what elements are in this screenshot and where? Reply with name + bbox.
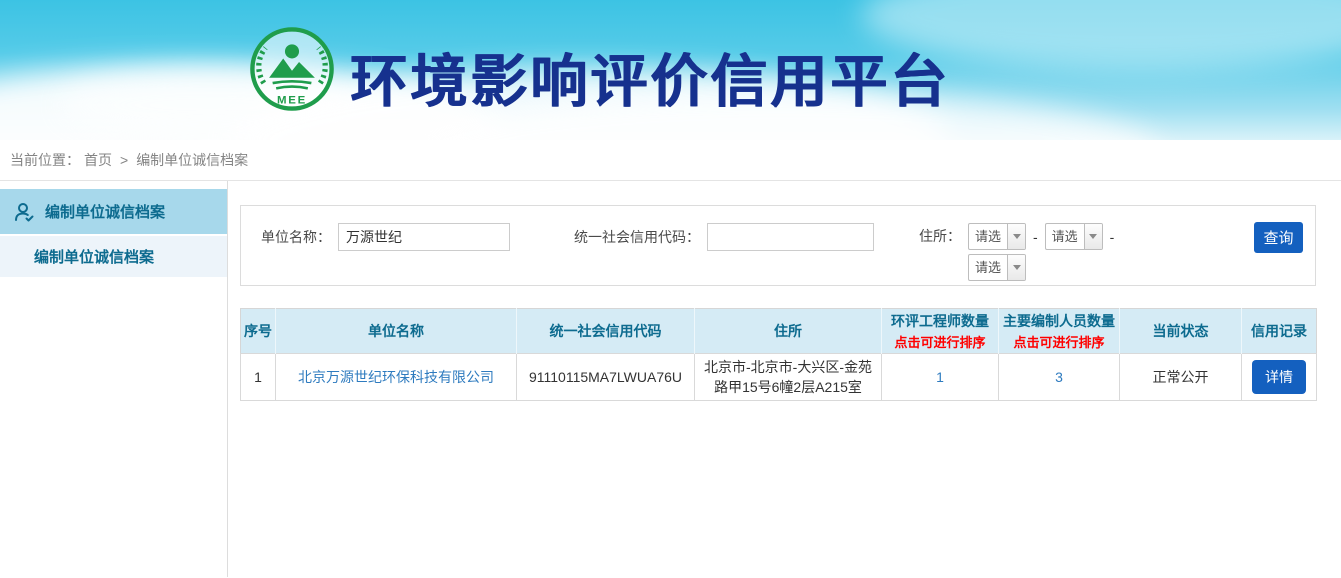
district-select[interactable]: 请选择 (968, 254, 1026, 281)
city-select[interactable]: 请选择 (1045, 223, 1103, 250)
dash-separator: - (1110, 229, 1115, 245)
col-header-index: 序号 (241, 309, 276, 354)
main-content: 单位名称： 统一社会信用代码： 住所： 请选择 (228, 181, 1341, 577)
sidebar-item-label: 编制单位诚信档案 (45, 201, 165, 222)
sidebar-subitem-label: 编制单位诚信档案 (34, 246, 154, 267)
col-header-status: 当前状态 (1120, 309, 1242, 354)
page: MEE 环境影响评价信用平台 当前位置：首页 > 编制单位诚信档案 编制单位诚信档案… (0, 0, 1341, 578)
dash-separator: - (1033, 229, 1038, 245)
search-panel: 单位名称： 统一社会信用代码： 住所： 请选择 (240, 205, 1316, 286)
cell-index: 1 (241, 354, 276, 401)
col-header-staff-count-sortable[interactable]: 主要编制人员数量 点击可进行排序 (999, 309, 1120, 354)
col-header-unit-name: 单位名称 (276, 309, 517, 354)
sort-hint: 点击可进行排序 (1001, 332, 1117, 351)
sidebar-item-unit-credit-archive[interactable]: 编制单位诚信档案 (0, 189, 227, 234)
breadcrumb-home-link[interactable]: 首页 (84, 152, 112, 168)
site-title: 环境影响评价信用平台 (350, 36, 950, 118)
engineer-count-link[interactable]: 1 (936, 369, 944, 385)
breadcrumb-separator: > (120, 152, 128, 168)
staff-count-link[interactable]: 3 (1055, 369, 1063, 385)
unit-name-input[interactable] (338, 223, 510, 251)
breadcrumb-current: 编制单位诚信档案 (136, 152, 248, 168)
col-header-address: 住所 (695, 309, 882, 354)
col-header-credit-code: 统一社会信用代码 (517, 309, 695, 354)
cell-address: 北京市-北京市-大兴区-金苑路甲15号6幢2层A215室 (695, 354, 882, 401)
sidebar: 编制单位诚信档案 编制单位诚信档案 (0, 181, 228, 577)
col-header-credit-record: 信用记录 (1242, 309, 1317, 354)
unit-name-label: 单位名称： (261, 227, 331, 247)
mee-logo-icon: MEE (248, 25, 336, 113)
user-check-icon (12, 200, 36, 224)
table-row: 1 北京万源世纪环保科技有限公司 91110115MA7LWUA76U 北京市-… (241, 354, 1317, 401)
col-header-engineer-count-sortable[interactable]: 环评工程师数量 点击可进行排序 (882, 309, 999, 354)
address-label: 住所： (919, 223, 961, 250)
cell-status: 正常公开 (1120, 354, 1242, 401)
chevron-down-icon[interactable] (1007, 224, 1025, 249)
detail-button[interactable]: 详情 (1252, 360, 1306, 394)
unit-name-link[interactable]: 北京万源世纪环保科技有限公司 (298, 369, 494, 385)
site-header: MEE 环境影响评价信用平台 (0, 0, 1341, 140)
breadcrumb: 当前位置：首页 > 编制单位诚信档案 (0, 140, 1341, 181)
credit-code-label: 统一社会信用代码： (574, 227, 700, 247)
chevron-down-icon[interactable] (1007, 255, 1025, 280)
mee-logo-text: MEE (277, 94, 307, 106)
sort-hint: 点击可进行排序 (884, 332, 996, 351)
credit-code-input[interactable] (707, 223, 874, 251)
chevron-down-icon[interactable] (1084, 224, 1102, 249)
table-header-row: 序号 单位名称 统一社会信用代码 住所 环评工程师数量 点击可进行排序 主要编制… (241, 309, 1317, 354)
sidebar-subitem-unit-credit-archive[interactable]: 编制单位诚信档案 (0, 236, 227, 277)
search-button[interactable]: 查询 (1254, 222, 1303, 253)
breadcrumb-prefix: 当前位置： (10, 152, 80, 168)
province-select[interactable]: 请选择 (968, 223, 1026, 250)
cell-credit-code: 91110115MA7LWUA76U (517, 354, 695, 401)
results-table: 序号 单位名称 统一社会信用代码 住所 环评工程师数量 点击可进行排序 主要编制… (240, 308, 1317, 401)
